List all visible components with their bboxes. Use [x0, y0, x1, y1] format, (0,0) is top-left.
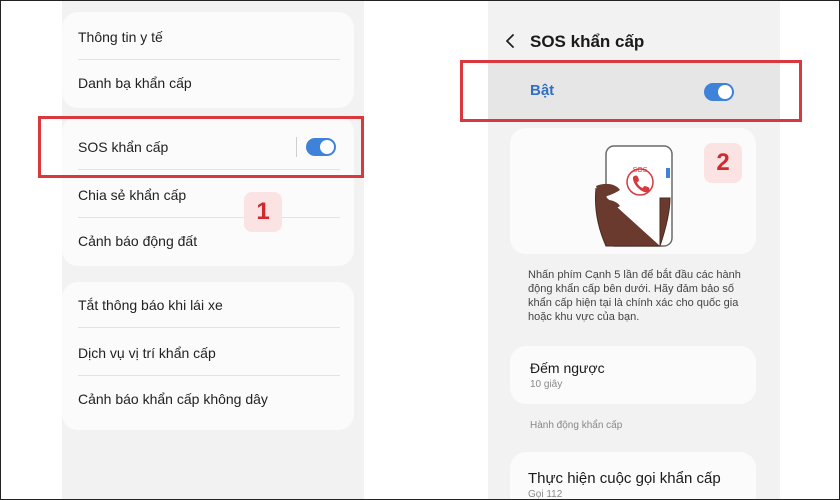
menu-item-label: Chia sẻ khẩn cấp [78, 187, 187, 203]
menu-item-label: Dịch vụ vị trí khẩn cấp [78, 345, 216, 361]
menu-item-emergency-location[interactable]: Dịch vụ vị trí khẩn cấp [78, 330, 340, 376]
menu-item-driving-notifications[interactable]: Tắt thông báo khi lái xe [78, 282, 340, 328]
emergency-call-title: Thực hiện cuộc gọi khẩn cấp [528, 470, 721, 487]
countdown-value: 10 giây [530, 379, 563, 390]
menu-item-label: Tắt thông báo khi lái xe [78, 297, 223, 313]
menu-item-emergency-sharing[interactable]: Chia sẻ khẩn cấp [78, 172, 340, 218]
countdown-title: Đếm ngược [530, 360, 605, 376]
menu-item-label: Cảnh báo động đất [78, 233, 198, 249]
menu-item-wireless-alerts[interactable]: Cảnh báo khẩn cấp không dây [78, 376, 340, 422]
menu-item-emergency-contacts[interactable]: Danh bạ khẩn cấp [78, 60, 340, 106]
emergency-call-value: Gọi 112 [528, 489, 563, 500]
highlight-box-step-2 [460, 60, 802, 122]
countdown-setting[interactable]: Đếm ngược 10 giây [510, 346, 756, 404]
sos-illustration-text: SOS [633, 167, 648, 174]
settings-screen: Thông tin y tế Danh bạ khẩn cấp SOS khẩn… [62, 0, 364, 500]
step-badge-2: 2 [704, 143, 742, 183]
menu-item-label: Thông tin y tế [78, 29, 163, 45]
menu-item-medical-info[interactable]: Thông tin y tế [78, 14, 340, 60]
page-title: SOS khẩn cấp [530, 32, 645, 51]
section-header-emergency-actions: Hành động khẩn cấp [530, 420, 623, 431]
settings-group-3: Tắt thông báo khi lái xe Dịch vụ vị trí … [62, 282, 354, 430]
menu-item-label: Cảnh báo khẩn cấp không dây [78, 391, 268, 407]
step-badge-1: 1 [244, 192, 282, 232]
instructions-text: Nhấn phím Cạnh 5 lần để bắt đầu các hành… [528, 269, 741, 323]
app-header: SOS khẩn cấp [488, 24, 780, 58]
highlight-box-step-1 [38, 116, 364, 178]
menu-item-label: Danh bạ khẩn cấp [78, 75, 192, 91]
menu-item-earthquake-alerts[interactable]: Cảnh báo động đất [78, 218, 340, 264]
back-arrow-icon[interactable] [502, 32, 520, 50]
settings-group-1: Thông tin y tế Danh bạ khẩn cấp [62, 12, 354, 108]
emergency-call-setting[interactable]: Thực hiện cuộc gọi khẩn cấp Gọi 112 [510, 452, 756, 500]
